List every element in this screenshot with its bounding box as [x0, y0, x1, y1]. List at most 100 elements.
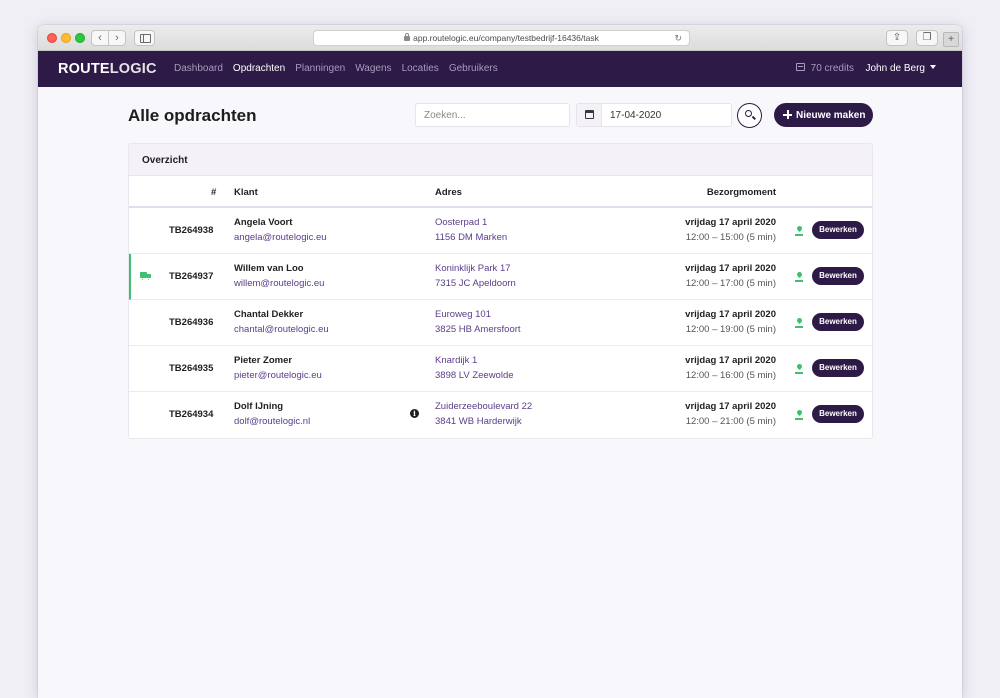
nav-item-planningen[interactable]: Planningen — [295, 63, 345, 74]
client-name: Chantal Dekker — [234, 309, 304, 320]
orders-panel: Overzicht # Klant Adres Bezorgmoment TB2… — [128, 143, 873, 439]
location-pin-icon[interactable] — [795, 318, 803, 328]
plus-icon — [783, 110, 792, 119]
client-email[interactable]: willem@routelogic.eu — [234, 278, 324, 289]
edit-button[interactable]: Bewerken — [812, 405, 864, 423]
new-order-label: Nieuwe maken — [796, 109, 866, 121]
address-street[interactable]: Zuiderzeeboulevard 22 — [435, 401, 532, 412]
user-menu[interactable]: John de Berg — [865, 63, 936, 74]
location-pin-icon[interactable] — [795, 410, 803, 420]
new-tab-icon[interactable]: + — [943, 32, 959, 47]
delivery-day: vrijdag 17 april 2020 — [685, 309, 776, 320]
address-city[interactable]: 7315 JC Apeldoorn — [435, 278, 516, 289]
table-row[interactable]: TB264934 Dolf IJning dolf@routelogic.nl … — [129, 392, 872, 438]
new-order-button[interactable]: Nieuwe maken — [774, 103, 873, 127]
search-icon — [745, 110, 752, 117]
address-street[interactable]: Koninklijk Park 17 — [435, 263, 511, 274]
page-title: Alle opdrachten — [128, 106, 257, 125]
delivery-day: vrijdag 17 april 2020 — [685, 217, 776, 228]
logo[interactable]: ROUTELOGIC — [58, 61, 157, 77]
order-id: TB264938 — [169, 225, 214, 236]
client-name: Willem van Loo — [234, 263, 304, 274]
main-menu: Dashboard Opdrachten Planningen Wagens L… — [174, 63, 508, 74]
table-row[interactable]: TB264937 Willem van Loo willem@routelogi… — [129, 254, 872, 300]
app-navbar: ROUTELOGIC Dashboard Opdrachten Planning… — [38, 51, 962, 87]
table-row[interactable]: TB264935 Pieter Zomer pieter@routelogic.… — [129, 346, 872, 392]
delivery-day: vrijdag 17 april 2020 — [685, 401, 776, 412]
url-text: app.routelogic.eu/company/testbedrijf-16… — [413, 33, 599, 43]
search-input[interactable] — [415, 103, 570, 127]
order-id: TB264934 — [169, 409, 214, 420]
lock-icon — [404, 33, 411, 41]
delivery-day: vrijdag 17 april 2020 — [685, 263, 776, 274]
zoom-window-button[interactable] — [75, 33, 85, 43]
client-email[interactable]: chantal@routelogic.eu — [234, 324, 329, 335]
order-id: TB264937 — [169, 271, 214, 282]
delivery-time: 12:00 – 16:00 (5 min) — [685, 370, 776, 381]
table-row[interactable]: TB264938 Angela Voort angela@routelogic.… — [129, 208, 872, 254]
edit-button[interactable]: Bewerken — [812, 359, 864, 377]
delivery-time: 12:00 – 19:00 (5 min) — [685, 324, 776, 335]
browser-window: ‹ › app.routelogic.eu/company/testbedrij… — [38, 25, 962, 698]
date-picker[interactable] — [576, 103, 732, 127]
client-email[interactable]: dolf@routelogic.nl — [234, 416, 310, 427]
table-header: # Klant Adres Bezorgmoment — [129, 176, 872, 208]
calendar-addon[interactable] — [577, 104, 602, 126]
column-moment: Bezorgmoment — [706, 187, 776, 198]
truck-icon — [140, 271, 151, 281]
browser-titlebar: ‹ › app.routelogic.eu/company/testbedrij… — [38, 25, 962, 51]
location-pin-icon[interactable] — [795, 364, 803, 374]
back-button[interactable]: ‹ — [91, 30, 109, 46]
location-pin-icon[interactable] — [795, 272, 803, 282]
caret-down-icon — [930, 65, 936, 69]
delivery-day: vrijdag 17 april 2020 — [685, 355, 776, 366]
address-city[interactable]: 3898 LV Zeewolde — [435, 370, 514, 381]
credits-label: 70 credits — [810, 63, 854, 74]
reload-icon[interactable]: ↻ — [674, 31, 682, 45]
panel-title: Overzicht — [129, 144, 872, 176]
address-city[interactable]: 3825 HB Amersfoort — [435, 324, 521, 335]
address-street[interactable]: Euroweg 101 — [435, 309, 491, 320]
edit-button[interactable]: Bewerken — [812, 267, 864, 285]
credits-icon — [795, 63, 805, 71]
delivery-time: 12:00 – 17:00 (5 min) — [685, 278, 776, 289]
location-pin-icon[interactable] — [795, 226, 803, 236]
date-input[interactable] — [602, 104, 730, 126]
address-bar[interactable]: app.routelogic.eu/company/testbedrijf-16… — [313, 30, 690, 46]
nav-item-wagens[interactable]: Wagens — [355, 63, 391, 74]
address-city[interactable]: 1156 DM Marken — [435, 232, 507, 243]
close-window-button[interactable] — [47, 33, 57, 43]
sidebar-toggle-icon[interactable] — [134, 30, 155, 46]
address-street[interactable]: Oosterpad 1 — [435, 217, 487, 228]
minimize-window-button[interactable] — [61, 33, 71, 43]
client-name: Angela Voort — [234, 217, 293, 228]
address-street[interactable]: Knardijk 1 — [435, 355, 477, 366]
column-address: Adres — [435, 187, 462, 198]
order-id: TB264935 — [169, 363, 214, 374]
nav-item-dashboard[interactable]: Dashboard — [174, 63, 223, 74]
nav-item-locaties[interactable]: Locaties — [402, 63, 439, 74]
user-name: John de Berg — [865, 63, 926, 74]
client-email[interactable]: angela@routelogic.eu — [234, 232, 327, 243]
nav-item-opdrachten[interactable]: Opdrachten — [233, 63, 285, 74]
address-city[interactable]: 3841 WB Harderwijk — [435, 416, 522, 427]
client-email[interactable]: pieter@routelogic.eu — [234, 370, 322, 381]
order-id: TB264936 — [169, 317, 214, 328]
delivery-time: 12:00 – 21:00 (5 min) — [685, 416, 776, 427]
delivery-time: 12:00 – 15:00 (5 min) — [685, 232, 776, 243]
column-client: Klant — [234, 187, 258, 198]
forward-button[interactable]: › — [108, 30, 126, 46]
search-button[interactable] — [737, 103, 762, 128]
nav-item-gebruikers[interactable]: Gebruikers — [449, 63, 498, 74]
edit-button[interactable]: Bewerken — [812, 221, 864, 239]
credits[interactable]: 70 credits — [795, 63, 854, 74]
table-row[interactable]: TB264936 Chantal Dekker chantal@routelog… — [129, 300, 872, 346]
share-icon[interactable]: ⇪ — [886, 30, 908, 46]
edit-button[interactable]: Bewerken — [812, 313, 864, 331]
client-name: Pieter Zomer — [234, 355, 293, 366]
calendar-icon — [585, 110, 594, 119]
main-content: Alle opdrachten Nieuwe maken Overzicht #… — [38, 87, 962, 698]
info-icon[interactable]: i — [410, 409, 419, 418]
client-name: Dolf IJning — [234, 401, 284, 412]
tabs-overview-icon[interactable]: ❐ — [916, 30, 938, 46]
